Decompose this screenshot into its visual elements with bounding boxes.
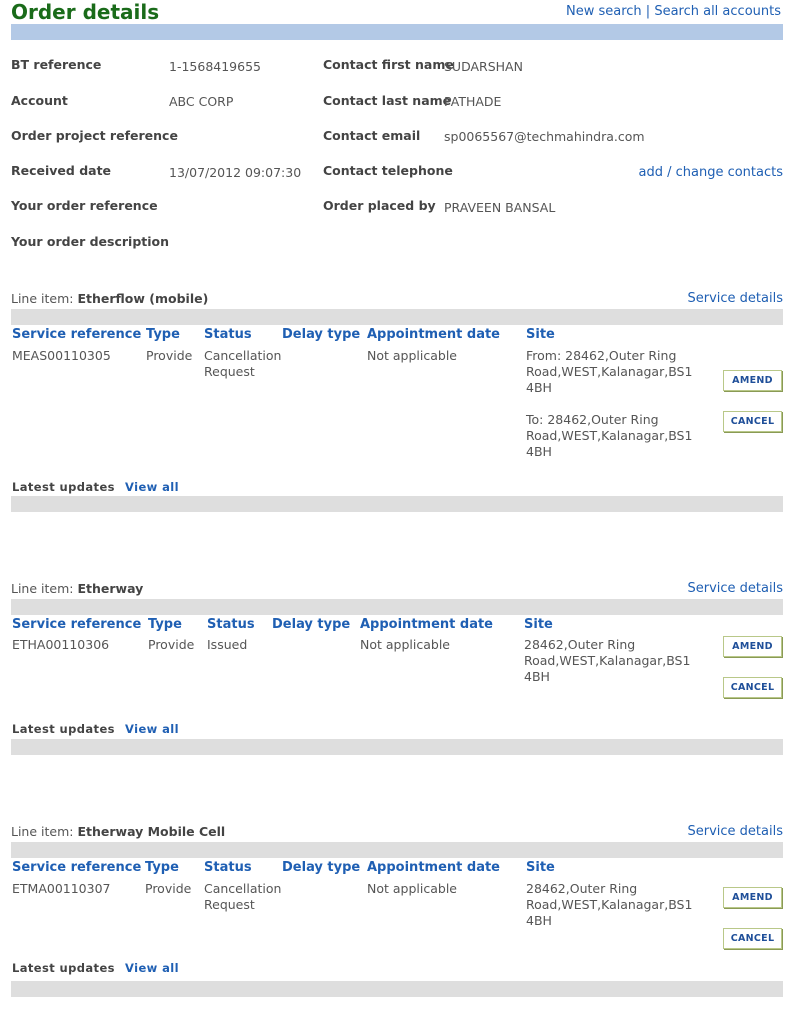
header-bar <box>11 24 783 40</box>
status-value: Issued <box>207 637 248 652</box>
appointment-date-value: Not applicable <box>360 637 450 652</box>
service-details-link[interactable]: Service details <box>688 291 784 306</box>
your-order-reference-label: Your order reference <box>11 198 158 213</box>
view-all-link[interactable]: View all <box>125 480 179 494</box>
site-value: 28462,Outer Ring Road,WEST,Kalanagar,BS1… <box>526 881 693 928</box>
col-delay-type: Delay type <box>282 860 361 875</box>
col-site: Site <box>526 327 555 342</box>
order-project-reference-label: Order project reference <box>11 128 178 143</box>
account-value: ABC CORP <box>169 94 234 109</box>
line-item-heading: Line item: Etherflow (mobile) <box>11 291 208 306</box>
appointment-date-value: Not applicable <box>367 348 457 363</box>
contact-last-name-value: PATHADE <box>444 94 502 109</box>
col-appointment-date: Appointment date <box>367 327 500 342</box>
col-appointment-date: Appointment date <box>367 860 500 875</box>
site-value: 28462,Outer Ring Road,WEST,Kalanagar,BS1… <box>524 637 691 684</box>
line-item-heading: Line item: Etherway Mobile Cell <box>11 824 225 839</box>
latest-updates-label: Latest updates <box>12 961 115 975</box>
latest-updates-bar <box>11 496 783 512</box>
line-item-name: Etherflow (mobile) <box>77 291 209 306</box>
line-item-heading: Line item: Etherway <box>11 581 143 596</box>
col-site: Site <box>524 617 553 632</box>
contact-first-name-label: Contact first name <box>323 57 454 72</box>
col-status: Status <box>204 327 252 342</box>
header-links: New search | Search all accounts <box>566 4 781 19</box>
contact-email-label: Contact email <box>323 128 421 143</box>
type-value: Provide <box>146 348 193 363</box>
type-value: Provide <box>145 881 192 896</box>
service-reference-value: ETHA00110306 <box>12 637 110 652</box>
contact-email-value: sp0065567@techmahindra.com <box>444 129 645 144</box>
service-details-link[interactable]: Service details <box>688 824 784 839</box>
order-placed-by-label: Order placed by <box>323 198 436 213</box>
view-all-link[interactable]: View all <box>125 961 179 975</box>
col-appointment-date: Appointment date <box>360 617 493 632</box>
amend-button[interactable]: AMEND <box>723 636 782 657</box>
bt-reference-value: 1-1568419655 <box>169 59 261 74</box>
col-status: Status <box>207 617 255 632</box>
col-service-reference: Service reference <box>12 617 142 632</box>
contact-last-name-label: Contact last name <box>323 93 452 108</box>
col-type: Type <box>146 327 180 342</box>
amend-button[interactable]: AMEND <box>723 887 782 908</box>
order-placed-by-value: PRAVEEN BANSAL <box>444 200 556 215</box>
col-type: Type <box>145 860 179 875</box>
col-service-reference: Service reference <box>12 860 142 875</box>
col-delay-type: Delay type <box>282 327 361 342</box>
line-item-prefix: Line item: <box>11 824 74 839</box>
new-search-link[interactable]: New search <box>566 4 642 19</box>
latest-updates-label: Latest updates <box>12 722 115 736</box>
col-service-reference: Service reference <box>12 327 142 342</box>
col-site: Site <box>526 860 555 875</box>
received-date-label: Received date <box>11 163 112 178</box>
line-item-prefix: Line item: <box>11 291 74 306</box>
cancel-button[interactable]: CANCEL <box>723 677 782 698</box>
service-details-link[interactable]: Service details <box>688 581 784 596</box>
latest-updates-bar <box>11 739 783 755</box>
col-delay-type: Delay type <box>272 617 351 632</box>
cancel-button[interactable]: CANCEL <box>723 411 782 432</box>
line-item-prefix: Line item: <box>11 581 74 596</box>
type-value: Provide <box>148 637 195 652</box>
search-all-accounts-link[interactable]: Search all accounts <box>654 4 781 19</box>
contact-first-name-value: SUDARSHAN <box>444 59 523 74</box>
add-change-contacts-link[interactable]: add / change contacts <box>638 165 783 180</box>
site-to-value: To: 28462,Outer Ring Road,WEST,Kalanagar… <box>526 412 693 459</box>
latest-updates-label: Latest updates <box>12 480 115 494</box>
appointment-date-value: Not applicable <box>367 881 457 896</box>
col-type: Type <box>148 617 182 632</box>
site-from-value: From: 28462,Outer Ring Road,WEST,Kalanag… <box>526 348 693 395</box>
amend-button[interactable]: AMEND <box>723 370 782 391</box>
page-title: Order details <box>11 0 160 24</box>
account-label: Account <box>11 93 68 108</box>
service-reference-value: ETMA00110307 <box>12 881 111 896</box>
line-item-bar <box>11 599 783 615</box>
view-all-link[interactable]: View all <box>125 722 179 736</box>
line-item-bar <box>11 309 783 325</box>
status-value: Cancellation Request <box>204 881 282 912</box>
bt-reference-label: BT reference <box>11 57 102 72</box>
status-value: Cancellation Request <box>204 348 282 379</box>
received-date-value: 13/07/2012 09:07:30 <box>169 165 302 180</box>
latest-updates-bar <box>11 981 783 997</box>
your-order-description-label: Your order description <box>11 234 170 249</box>
line-item-name: Etherway <box>77 581 144 596</box>
cancel-button[interactable]: CANCEL <box>723 928 782 949</box>
header-link-separator: | <box>645 4 651 19</box>
line-item-name: Etherway Mobile Cell <box>77 824 226 839</box>
service-reference-value: MEAS00110305 <box>12 348 111 363</box>
col-status: Status <box>204 860 252 875</box>
line-item-bar <box>11 842 783 858</box>
contact-telephone-label: Contact telephone <box>323 163 453 178</box>
